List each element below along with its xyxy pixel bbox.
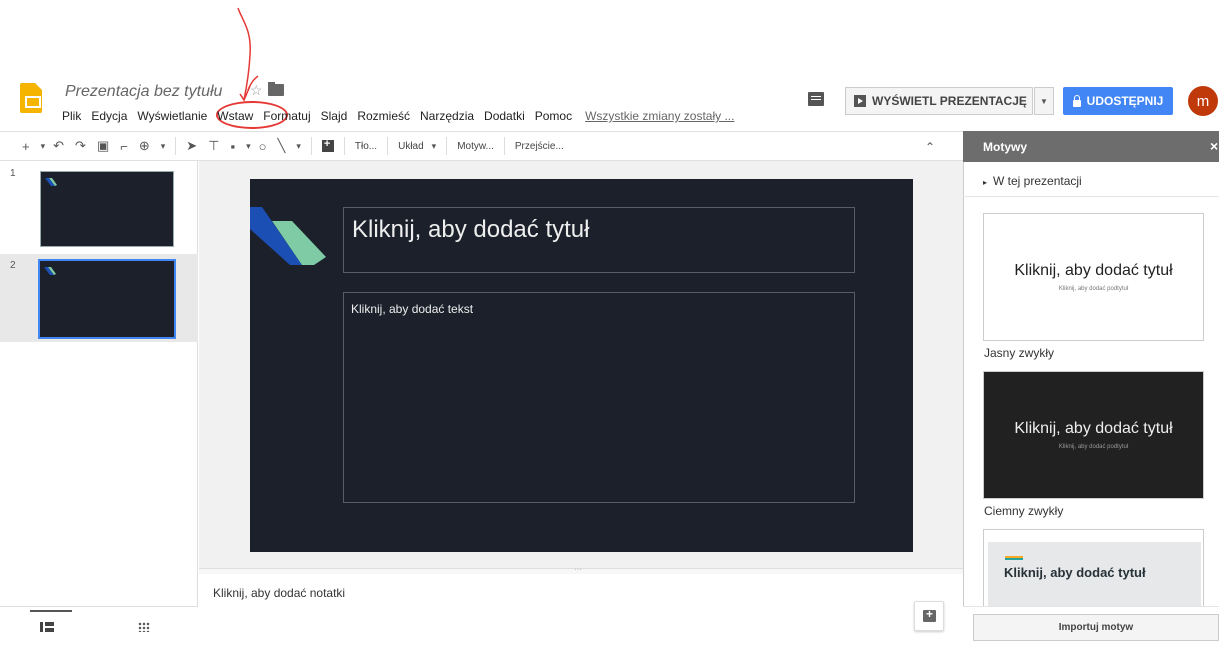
close-icon[interactable]: × [1210, 138, 1218, 154]
toolbar-divider [175, 137, 177, 155]
themes-section-label: W tej prezentacji [993, 174, 1082, 188]
comments-icon[interactable] [808, 92, 824, 106]
line-icon[interactable]: ╲ [278, 138, 286, 154]
toolbar-divider [387, 137, 389, 155]
slide-title-text: Kliknij, aby dodać tytuł [352, 216, 590, 243]
caret-right-icon: ▸ [983, 178, 988, 187]
slide-accent-shape [45, 178, 57, 186]
share-label: UDOSTĘPNIJ [1086, 94, 1164, 108]
annotation-arrow [237, 7, 259, 102]
slide-number: 1 [10, 168, 16, 179]
new-slide-dropdown-icon[interactable]: ▾ [41, 141, 46, 152]
menu-arrange[interactable]: Rozmieść [352, 109, 415, 123]
toolbar-divider [343, 137, 345, 155]
present-label: WYŚWIETL PREZENTACJĘ [872, 94, 1027, 108]
grid-view-icon[interactable] [138, 622, 150, 632]
avatar[interactable]: m [1188, 86, 1218, 116]
toolbar-divider [446, 137, 448, 155]
active-view-indicator [30, 610, 72, 612]
theme-name: Jasny zwykły [984, 346, 1055, 360]
star-icon[interactable]: ☆ [250, 82, 263, 99]
insert-comment-icon[interactable] [321, 138, 334, 152]
theme-preview-title: Kliknij, aby dodać tytuł [1014, 262, 1173, 279]
document-title[interactable]: Prezentacja bez tytułu [65, 83, 222, 101]
play-icon [854, 95, 866, 107]
theme-preview-subtitle: Kliknij, aby dodać podtytuł [1058, 444, 1129, 450]
menu-edit[interactable]: Edycja [86, 109, 132, 123]
theme-card-light[interactable]: Kliknij, aby dodać tytuł Kliknij, aby do… [983, 213, 1204, 341]
select-cursor-icon[interactable]: ➤ [186, 138, 197, 154]
text-box-icon[interactable]: ⊤ [208, 138, 219, 154]
slides-logo-icon[interactable] [20, 83, 42, 113]
menu-format[interactable]: Formatuj [258, 109, 315, 123]
theme-preview-subtitle: Kliknij, aby dodać podtytuł [1058, 286, 1129, 292]
theme-preview-title: Kliknij, aby dodać tytuł [1014, 420, 1173, 437]
save-status-link[interactable]: Wszystkie zmiany zostały ... [577, 109, 742, 123]
transition-button[interactable]: Przejście... [515, 141, 564, 152]
notes-grip-icon[interactable]: ··· [574, 565, 582, 574]
lock-icon [1072, 94, 1081, 107]
menu-insert[interactable]: Wstaw [212, 109, 258, 123]
slide-accent-shape [44, 267, 56, 275]
folder-icon[interactable] [268, 82, 284, 96]
toolbar-divider [503, 137, 505, 155]
menu-help[interactable]: Pomoc [530, 109, 577, 123]
line-dropdown-icon[interactable]: ▾ [296, 141, 301, 152]
undo-icon[interactable]: ↶ [53, 138, 64, 154]
print-icon[interactable]: ▣ [97, 138, 109, 154]
filmstrip-view-bar [0, 606, 198, 646]
filmstrip-view-icon[interactable] [40, 622, 54, 632]
share-button[interactable]: UDOSTĘPNIJ [1063, 87, 1173, 115]
menu-view[interactable]: Wyświetlanie [132, 109, 212, 123]
present-button[interactable]: WYŚWIETL PREZENTACJĘ [845, 87, 1033, 115]
menu-slide[interactable]: Slajd [316, 109, 353, 123]
toolbar-divider [310, 137, 312, 155]
theme-preview-accent [1005, 558, 1023, 560]
theme-button[interactable]: Motyw... [457, 141, 494, 152]
chevron-down-icon: ▼ [1040, 96, 1048, 106]
menu-addons[interactable]: Dodatki [479, 109, 530, 123]
menu-bar: Plik Edycja Wyświetlanie Wstaw Formatuj … [57, 106, 742, 126]
collapse-menu-icon[interactable]: ⌃ [925, 140, 935, 154]
themes-panel-title: Motywy [983, 140, 1028, 154]
explore-button[interactable] [914, 601, 944, 631]
background-button[interactable]: Tło... [355, 141, 377, 152]
zoom-icon[interactable]: ⊕ [139, 138, 150, 154]
layout-dropdown-icon[interactable]: ▾ [432, 141, 437, 152]
new-slide-icon[interactable]: + [22, 139, 30, 154]
import-theme-button[interactable]: Importuj motyw [973, 614, 1219, 641]
redo-icon[interactable]: ↷ [75, 138, 86, 154]
theme-card-dark[interactable]: Kliknij, aby dodać tytuł Kliknij, aby do… [983, 371, 1204, 499]
speaker-notes[interactable]: Kliknij, aby dodać notatki [213, 586, 345, 600]
slide-thumbnail[interactable] [40, 171, 174, 247]
slide-body-placeholder[interactable]: Kliknij, aby dodać tekst [343, 292, 855, 503]
present-dropdown-button[interactable]: ▼ [1034, 87, 1054, 115]
image-dropdown-icon[interactable]: ▾ [246, 141, 251, 152]
divider [963, 196, 1219, 197]
paint-format-icon[interactable]: ⌐ [120, 139, 128, 154]
theme-name: Ciemny zwykły [984, 504, 1064, 518]
layout-button[interactable]: Układ [398, 141, 424, 152]
theme-preview-title: Kliknij, aby dodać tytuł [1004, 565, 1146, 580]
slide-accent-shape [250, 207, 326, 265]
image-icon[interactable]: ▪ [231, 139, 236, 154]
zoom-dropdown-icon[interactable]: ▾ [161, 141, 166, 152]
slide-title-placeholder[interactable]: Kliknij, aby dodać tytuł [343, 207, 855, 273]
menu-file[interactable]: Plik [57, 109, 86, 123]
slide-number: 2 [10, 260, 16, 271]
slide-thumbnail-selected[interactable] [38, 259, 176, 339]
theme-card-streamline[interactable]: Kliknij, aby dodać tytuł [983, 529, 1204, 606]
themes-section-toggle[interactable]: ▸ W tej prezentacji [983, 174, 1082, 188]
toolbar: + ▾ ↶ ↷ ▣ ⌐ ⊕ ▾ ➤ ⊤ ▪ ▾ ○ ╲ ▾ Tło... Ukł… [0, 131, 963, 161]
slide-body-text: Kliknij, aby dodać tekst [351, 302, 474, 316]
menu-tools[interactable]: Narzędzia [415, 109, 479, 123]
shape-icon[interactable]: ○ [259, 139, 267, 154]
